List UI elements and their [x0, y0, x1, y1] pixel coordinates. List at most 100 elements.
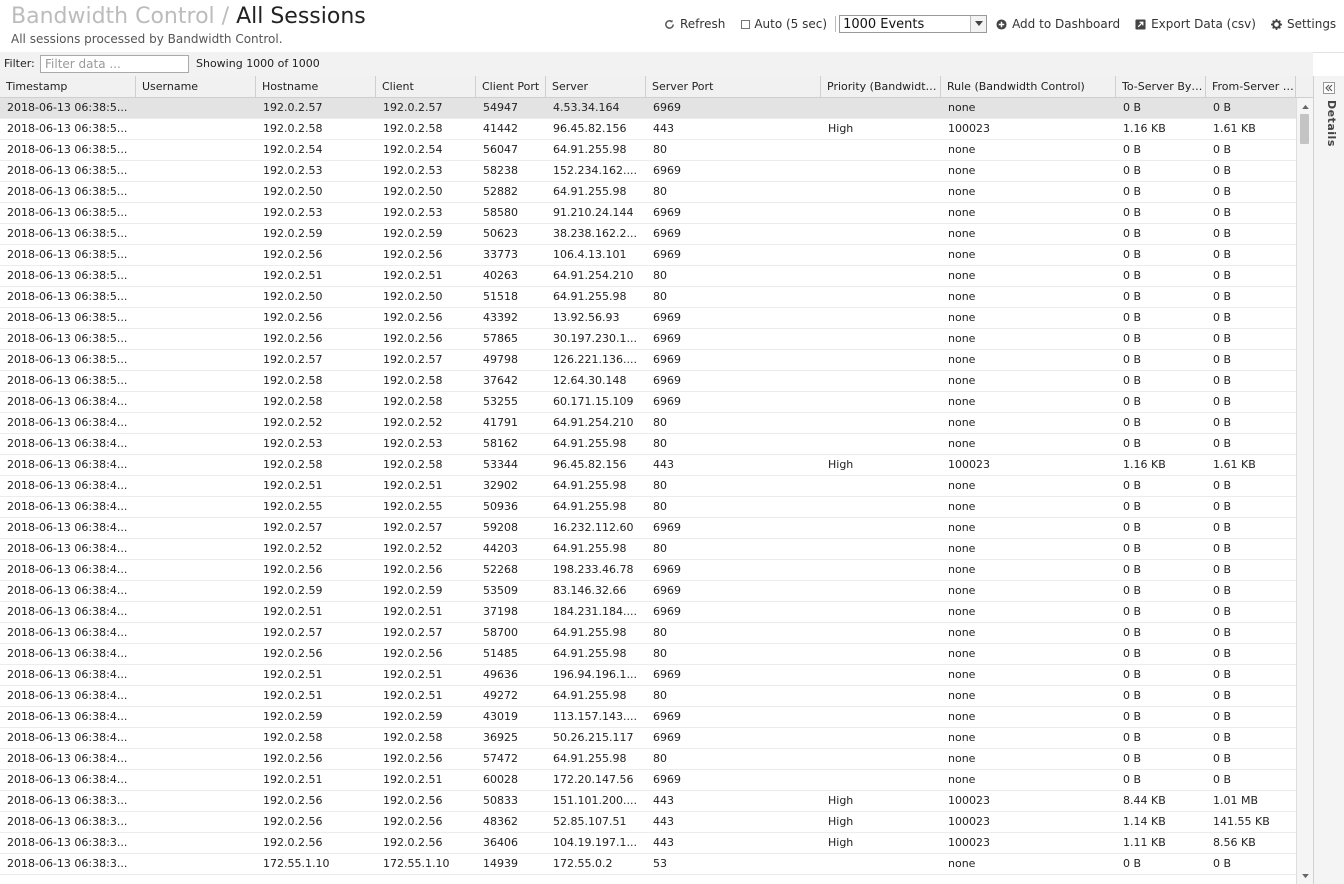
column-header-hostname[interactable]: Hostname — [256, 76, 376, 97]
cell-client-port: 49636 — [483, 668, 518, 681]
table-row[interactable]: 2018-06-13 06:38:4... 192.0.2.56 192.0.2.5… — [0, 644, 1296, 665]
table-row[interactable]: 2018-06-13 06:38:4... 192.0.2.59 192.0.2.5… — [0, 581, 1296, 602]
table-row[interactable]: 2018-06-13 06:38:5... 192.0.2.54 192.0.2.5… — [0, 140, 1296, 161]
cell-priority — [821, 224, 941, 244]
table-row[interactable]: 2018-06-13 06:38:4... 192.0.2.58 192.0.2.5… — [0, 392, 1296, 413]
cell-timestamp: 2018-06-13 06:38:4... — [7, 563, 128, 576]
column-header-priority[interactable]: Priority (Bandwidth Control) — [821, 76, 941, 97]
table-row[interactable]: 2018-06-13 06:38:5... 192.0.2.56 192.0.2.5… — [0, 245, 1296, 266]
cell-username — [136, 854, 256, 874]
cell-rule: none — [948, 563, 976, 576]
scroll-up-icon[interactable] — [1297, 100, 1313, 112]
column-header-server[interactable]: Server — [546, 76, 646, 97]
cell-from-server-bytes: 0 B — [1213, 248, 1232, 261]
cell-from-server-bytes: 0 B — [1213, 731, 1232, 744]
auto-refresh-toggle[interactable]: Auto (5 sec) — [741, 17, 827, 31]
collapse-icon[interactable] — [1323, 82, 1335, 94]
table-row[interactable]: 2018-06-13 06:38:4... 192.0.2.51 192.0.2.5… — [0, 665, 1296, 686]
cell-rule: none — [948, 584, 976, 597]
table-row[interactable]: 2018-06-13 06:38:5... 192.0.2.58 192.0.2.5… — [0, 119, 1296, 140]
auto-refresh-checkbox[interactable] — [741, 19, 751, 29]
column-header-timestamp[interactable]: Timestamp — [0, 76, 136, 97]
table-row[interactable]: 2018-06-13 06:38:5... 192.0.2.57 192.0.2.5… — [0, 350, 1296, 371]
cell-server: 52.85.107.51 — [553, 815, 627, 828]
cell-username — [136, 287, 256, 307]
table-row[interactable]: 2018-06-13 06:38:4... 192.0.2.51 192.0.2.5… — [0, 770, 1296, 791]
column-header-client-port[interactable]: Client Port — [476, 76, 546, 97]
column-header-client[interactable]: Client — [376, 76, 476, 97]
table-row[interactable]: 2018-06-13 06:38:3... 172.55.1.10 172.55.1… — [0, 854, 1296, 875]
cell-client: 192.0.2.53 — [383, 437, 443, 450]
column-header-to-server-bytes[interactable]: To-Server Bytes — [1116, 76, 1206, 97]
cell-server-port: 80 — [653, 626, 667, 639]
table-row[interactable]: 2018-06-13 06:38:4... 192.0.2.55 192.0.2.5… — [0, 497, 1296, 518]
refresh-button[interactable]: Refresh — [664, 17, 725, 31]
events-count-select[interactable]: 1000 Events — [839, 15, 988, 33]
table-row[interactable]: 2018-06-13 06:38:5... 192.0.2.58 192.0.2.5… — [0, 371, 1296, 392]
cell-rule: none — [948, 500, 976, 513]
column-header-from-server-bytes[interactable]: From-Server Bytes — [1206, 76, 1296, 97]
cell-server: 64.91.255.98 — [553, 689, 627, 702]
cell-username — [136, 266, 256, 286]
table-row[interactable]: 2018-06-13 06:38:4... 192.0.2.52 192.0.2.5… — [0, 539, 1296, 560]
export-data-button[interactable]: Export Data (csv) — [1135, 17, 1256, 31]
column-header-rule[interactable]: Rule (Bandwidth Control) — [941, 76, 1116, 97]
table-row[interactable]: 2018-06-13 06:38:5... 192.0.2.50 192.0.2.5… — [0, 287, 1296, 308]
table-row[interactable]: 2018-06-13 06:38:4... 192.0.2.56 192.0.2.5… — [0, 749, 1296, 770]
table-row[interactable]: 2018-06-13 06:38:4... 192.0.2.56 192.0.2.5… — [0, 560, 1296, 581]
cell-client: 192.0.2.56 — [383, 647, 443, 660]
cell-from-server-bytes: 1.01 MB — [1213, 794, 1259, 807]
table-row[interactable]: 2018-06-13 06:38:5... 192.0.2.56 192.0.2.5… — [0, 308, 1296, 329]
add-to-dashboard-button[interactable]: Add to Dashboard — [996, 17, 1120, 31]
cell-username — [136, 623, 256, 643]
vertical-scrollbar[interactable] — [1296, 98, 1313, 884]
scroll-down-icon[interactable] — [1297, 870, 1313, 882]
cell-client: 192.0.2.55 — [383, 500, 443, 513]
settings-button[interactable]: Settings — [1270, 17, 1336, 31]
table-row[interactable]: 2018-06-13 06:38:4... 192.0.2.51 192.0.2.5… — [0, 476, 1296, 497]
table-row[interactable]: 2018-06-13 06:38:3... 192.0.2.56 192.0.2.5… — [0, 791, 1296, 812]
cell-username — [136, 644, 256, 664]
cell-client-port: 36406 — [483, 836, 518, 849]
cell-hostname: 192.0.2.56 — [263, 563, 323, 576]
cell-rule: 100023 — [948, 836, 990, 849]
table-row[interactable]: 2018-06-13 06:38:4... 192.0.2.52 192.0.2.5… — [0, 413, 1296, 434]
cell-server: 172.20.147.56 — [553, 773, 634, 786]
cell-timestamp: 2018-06-13 06:38:5... — [7, 227, 128, 240]
table-row[interactable]: 2018-06-13 06:38:3... 192.0.2.56 192.0.2.5… — [0, 833, 1296, 854]
breadcrumb-bandwidth-control[interactable]: Bandwidth Control — [11, 4, 215, 29]
grid-body: 2018-06-13 06:38:5... 192.0.2.57 192.0.2.5… — [0, 98, 1296, 884]
breadcrumb-current: All Sessions — [236, 4, 366, 29]
table-row[interactable]: 2018-06-13 06:38:4... 192.0.2.58 192.0.2.5… — [0, 728, 1296, 749]
cell-username — [136, 182, 256, 202]
table-row[interactable]: 2018-06-13 06:38:5... 192.0.2.59 192.0.2.5… — [0, 224, 1296, 245]
chevron-down-icon[interactable] — [970, 16, 987, 32]
table-row[interactable]: 2018-06-13 06:38:5... 192.0.2.56 192.0.2.5… — [0, 329, 1296, 350]
table-row[interactable]: 2018-06-13 06:38:5... 192.0.2.53 192.0.2.5… — [0, 203, 1296, 224]
details-panel-label[interactable]: Details — [1325, 100, 1338, 147]
table-row[interactable]: 2018-06-13 06:38:5... 192.0.2.53 192.0.2.5… — [0, 161, 1296, 182]
table-row[interactable]: 2018-06-13 06:38:5... 192.0.2.50 192.0.2.5… — [0, 182, 1296, 203]
filter-input[interactable] — [40, 55, 189, 73]
table-row[interactable]: 2018-06-13 06:38:4... 192.0.2.51 192.0.2.5… — [0, 686, 1296, 707]
table-row[interactable]: 2018-06-13 06:38:4... 192.0.2.59 192.0.2.5… — [0, 707, 1296, 728]
table-row[interactable]: 2018-06-13 06:38:4... 192.0.2.58 192.0.2.5… — [0, 455, 1296, 476]
cell-server: 172.55.0.2 — [553, 857, 613, 870]
cell-from-server-bytes: 0 B — [1213, 542, 1232, 555]
column-header-username[interactable]: Username — [136, 76, 256, 97]
details-panel: Details — [1313, 76, 1344, 884]
column-header-server-port[interactable]: Server Port — [646, 76, 821, 97]
table-row[interactable]: 2018-06-13 06:38:4... 192.0.2.53 192.0.2.5… — [0, 434, 1296, 455]
table-row[interactable]: 2018-06-13 06:38:4... 192.0.2.57 192.0.2.5… — [0, 623, 1296, 644]
table-row[interactable]: 2018-06-13 06:38:3... 192.0.2.56 192.0.2.5… — [0, 812, 1296, 833]
table-row[interactable]: 2018-06-13 06:38:4... 192.0.2.51 192.0.2.5… — [0, 602, 1296, 623]
cell-to-server-bytes: 0 B — [1123, 731, 1142, 744]
table-row[interactable]: 2018-06-13 06:38:4... 192.0.2.57 192.0.2.5… — [0, 518, 1296, 539]
cell-from-server-bytes: 0 B — [1213, 437, 1232, 450]
cell-client-port: 58238 — [483, 164, 518, 177]
table-row[interactable]: 2018-06-13 06:38:5... 192.0.2.57 192.0.2.5… — [0, 98, 1296, 119]
scrollbar-thumb[interactable] — [1300, 114, 1309, 144]
cell-to-server-bytes: 0 B — [1123, 143, 1142, 156]
table-row[interactable]: 2018-06-13 06:38:5... 192.0.2.51 192.0.2.5… — [0, 266, 1296, 287]
filter-label: Filter: — [4, 57, 35, 70]
